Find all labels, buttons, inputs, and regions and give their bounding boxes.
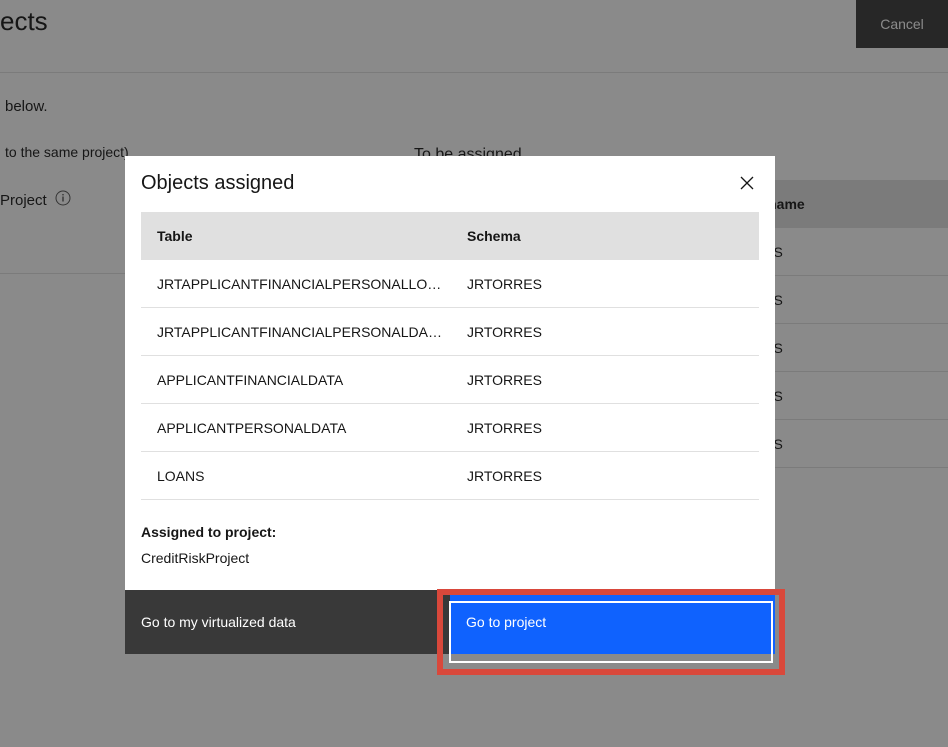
assigned-project-name: CreditRiskProject	[141, 550, 759, 566]
assigned-to-block: Assigned to project: CreditRiskProject	[141, 500, 759, 566]
td-table: JRTAPPLICANTFINANCIALPERSONALDA…	[141, 324, 451, 340]
assigned-to-label: Assigned to project:	[141, 524, 759, 540]
th-table: Table	[141, 228, 451, 244]
td-schema: JRTORRES	[451, 468, 759, 484]
modal-body: Table Schema JRTAPPLICANTFINANCIALPERSON…	[125, 212, 775, 590]
modal-title: Objects assigned	[141, 172, 294, 195]
th-schema: Schema	[451, 228, 759, 244]
table-row: LOANS JRTORRES	[141, 452, 759, 500]
td-schema: JRTORRES	[451, 276, 759, 292]
table-row: JRTAPPLICANTFINANCIALPERSONALLO… JRTORRE…	[141, 260, 759, 308]
table-row: APPLICANTFINANCIALDATA JRTORRES	[141, 356, 759, 404]
close-icon	[740, 174, 754, 195]
go-to-virtualized-data-button[interactable]: Go to my virtualized data	[125, 590, 450, 654]
modal-footer: Go to my virtualized data Go to project	[125, 590, 775, 654]
td-table: APPLICANTFINANCIALDATA	[141, 372, 451, 388]
td-schema: JRTORRES	[451, 420, 759, 436]
modal-table-header: Table Schema	[141, 212, 759, 260]
td-table: JRTAPPLICANTFINANCIALPERSONALLO…	[141, 276, 451, 292]
modal-header: Objects assigned	[125, 156, 775, 212]
go-to-project-button[interactable]: Go to project	[450, 590, 775, 654]
td-schema: JRTORRES	[451, 372, 759, 388]
table-row: JRTAPPLICANTFINANCIALPERSONALDA… JRTORRE…	[141, 308, 759, 356]
td-table: APPLICANTPERSONALDATA	[141, 420, 451, 436]
close-button[interactable]	[735, 172, 759, 196]
objects-assigned-modal: Objects assigned Table Schema JRTAPPLICA…	[125, 156, 775, 654]
td-schema: JRTORRES	[451, 324, 759, 340]
table-row: APPLICANTPERSONALDATA JRTORRES	[141, 404, 759, 452]
td-table: LOANS	[141, 468, 451, 484]
